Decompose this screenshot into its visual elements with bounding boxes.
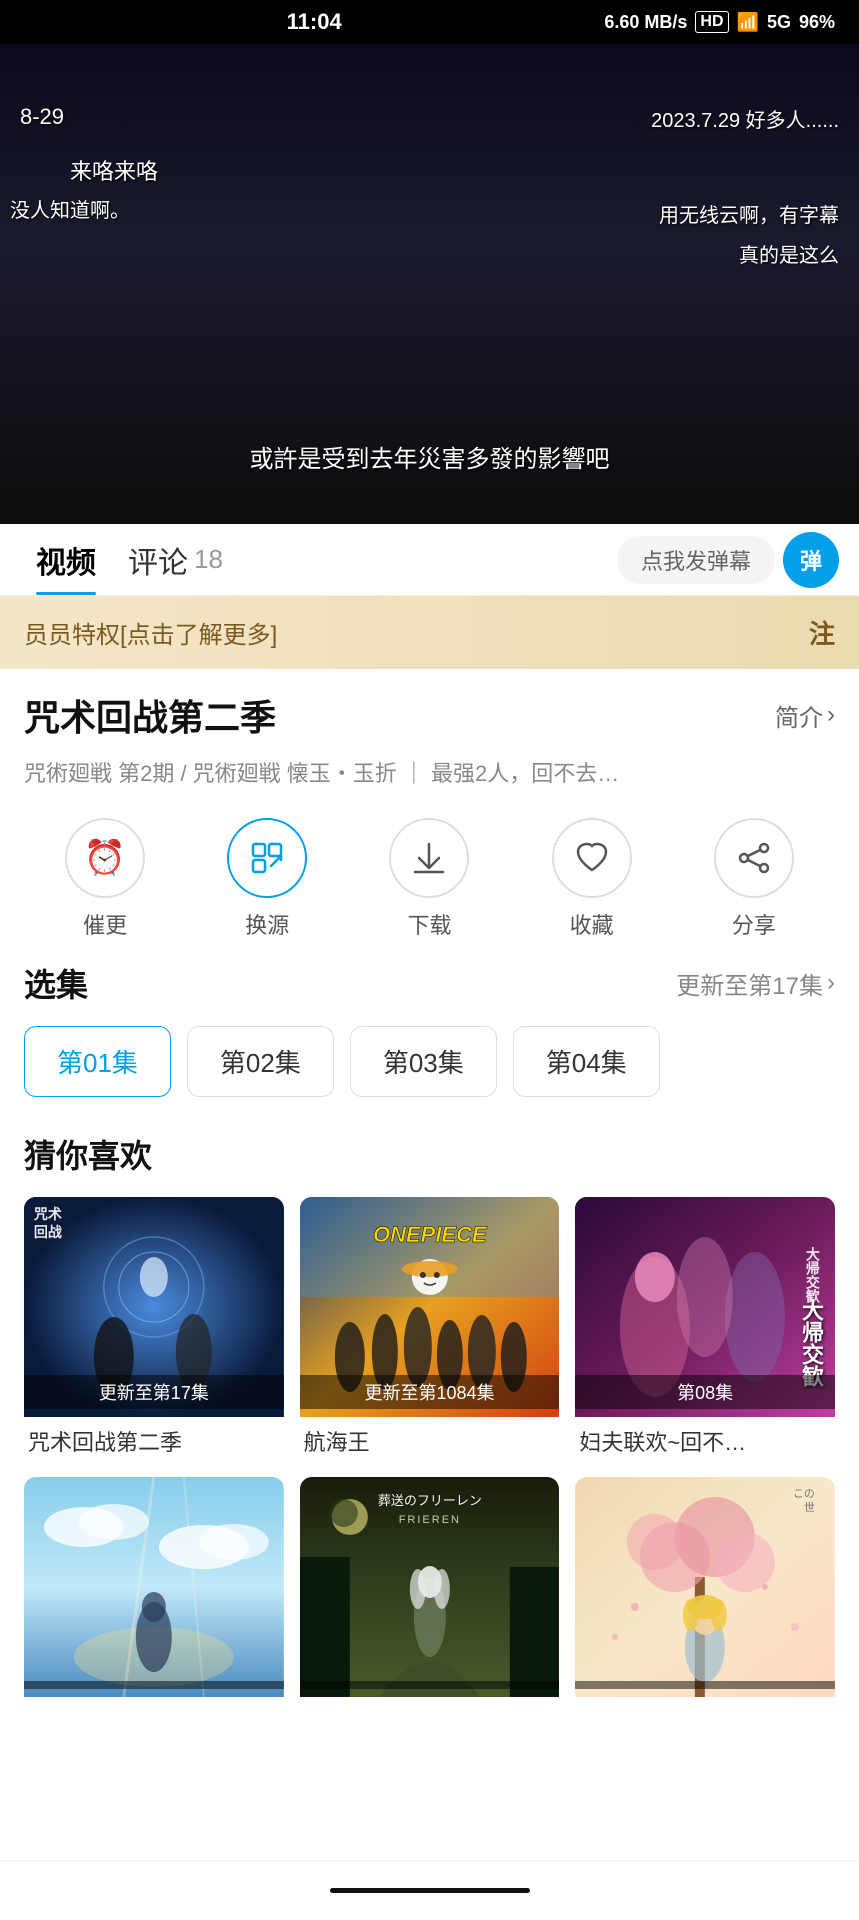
tab-comment[interactable]: 评论 18 — [112, 524, 239, 595]
video-player[interactable]: 8-29 2023.7.29 好多人...... 来咯来咯 没人知道啊。 用无线… — [0, 44, 859, 524]
svg-text:大帰交歓: 大帰交歓 — [805, 1246, 821, 1304]
member-banner[interactable]: 员员特权[点击了解更多] 注 — [0, 596, 859, 669]
svg-text:この: この — [793, 1488, 815, 1500]
anime-intro-link[interactable]: 简介 › — [775, 698, 835, 733]
intro-label: 简介 — [775, 698, 823, 733]
update-badge-2: 更新至第1084集 — [300, 1375, 560, 1409]
update-badge-3: 第08集 — [575, 1375, 835, 1409]
anime-card-1[interactable]: 咒术 回战 更新至第17集 咒术回战第二季 — [24, 1197, 284, 1461]
share-label: 分享 — [732, 908, 776, 940]
action-favorite[interactable]: 收藏 — [552, 818, 632, 940]
anime-thumb-1: 咒术 回战 更新至第17集 — [24, 1197, 284, 1417]
signal-5g-icon: 5G — [767, 12, 791, 33]
anime-thumb-4 — [24, 1477, 284, 1697]
danmu-toggle-button[interactable]: 弹 — [783, 532, 839, 588]
danmu-item: 2023.7.29 好多人...... — [651, 104, 839, 133]
battery-icon: 96% — [799, 12, 835, 33]
anime-thumb-3: 大帰交歓 大帰交歓 第08集 — [575, 1197, 835, 1417]
status-bar: 11:04 6.60 MB/s HD 📶 5G 96% — [0, 0, 859, 44]
danmu-item: 没人知道啊。 — [10, 194, 130, 223]
danmu-item: 真的是这么 — [739, 239, 839, 268]
anime-thumb-2: ONEPIECE 更新至第1084集 — [300, 1197, 560, 1417]
update-badge-5 — [300, 1681, 560, 1689]
bottom-nav — [0, 1860, 859, 1920]
content-section: 咒术回战第二季 简介 › 咒術廻戦 第2期 / 咒術廻戦 懐玉・玉折 ｜ 最强2… — [0, 669, 859, 1745]
svg-text:葬送のフリーレン: 葬送のフリーレン — [377, 1493, 481, 1508]
episode-section-title: 选集 — [24, 960, 88, 1006]
anime-card-title-1: 咒术回战第二季 — [24, 1417, 284, 1461]
danmu-item: 8-29 — [20, 104, 64, 130]
remind-icon: ⏰ — [65, 818, 145, 898]
anime-card-5[interactable]: 葬送のフリーレン FRIEREN — [300, 1477, 560, 1709]
share-icon — [714, 818, 794, 898]
anime-card-title-6 — [575, 1697, 835, 1709]
tab-comment-count: 18 — [194, 544, 223, 575]
source-label: 换源 — [245, 908, 289, 940]
episode-btn-2[interactable]: 第02集 — [187, 1026, 334, 1097]
episode-btn-4[interactable]: 第04集 — [513, 1026, 660, 1097]
episode-section-header: 选集 更新至第17集 › — [24, 960, 835, 1006]
anime-card-title-5 — [300, 1697, 560, 1709]
svg-text:咒术: 咒术 — [34, 1206, 62, 1222]
svg-text:ONEPIECE: ONEPIECE — [373, 1222, 488, 1247]
episode-list: 第01集 第02集 第03集 第04集 — [24, 1026, 835, 1101]
download-icon — [389, 818, 469, 898]
svg-text:世: 世 — [804, 1501, 815, 1514]
anime-title-row: 咒术回战第二季 简介 › — [24, 689, 835, 741]
tab-video-label: 视频 — [36, 538, 96, 582]
svg-text:回战: 回战 — [34, 1224, 62, 1240]
status-time: 11:04 — [24, 9, 604, 35]
danmu-item: 来咯来咯 — [70, 154, 158, 186]
danmu-controls: 点我发弹幕 弹 — [617, 532, 839, 588]
heart-icon — [552, 818, 632, 898]
download-label: 下载 — [407, 908, 451, 940]
action-download[interactable]: 下载 — [389, 818, 469, 940]
update-badge-4 — [24, 1681, 284, 1689]
update-badge-6 — [575, 1681, 835, 1689]
member-banner-text: 员员特权[点击了解更多] — [24, 615, 277, 650]
member-banner-action[interactable]: 注 — [809, 614, 835, 651]
danmu-send-button[interactable]: 点我发弹幕 — [617, 536, 775, 584]
recommend-title: 猜你喜欢 — [24, 1131, 835, 1177]
wifi-icon: 📶 — [737, 12, 759, 33]
anime-tags: 咒術廻戦 第2期 / 咒術廻戦 懐玉・玉折 ｜ 最强2人，回不去… — [24, 757, 835, 790]
anime-card-4[interactable] — [24, 1477, 284, 1709]
status-speed: 6.60 MB/s — [604, 12, 687, 33]
anime-thumb-6: この 世 — [575, 1477, 835, 1697]
chevron-right-icon: › — [827, 701, 835, 729]
action-icons-row: ⏰ 催更 换源 下载 — [24, 818, 835, 940]
tab-video[interactable]: 视频 — [20, 524, 112, 595]
anime-title: 咒术回战第二季 — [24, 689, 276, 741]
episode-more-label: 更新至第17集 — [676, 966, 823, 1001]
favorite-label: 收藏 — [570, 908, 614, 940]
source-icon — [227, 818, 307, 898]
home-indicator — [330, 1888, 530, 1893]
svg-text:FRIEREN: FRIEREN — [398, 1514, 460, 1526]
danmu-item: 用无线云啊，有字幕 — [659, 199, 839, 228]
action-share[interactable]: 分享 — [714, 818, 794, 940]
tab-bar: 视频 评论 18 点我发弹幕 弹 — [0, 524, 859, 596]
anime-grid-row1: 咒术 回战 更新至第17集 咒术回战第二季 — [24, 1197, 835, 1461]
anime-card-6[interactable]: この 世 — [575, 1477, 835, 1709]
status-hd: HD — [695, 11, 728, 33]
anime-grid-row2: 葬送のフリーレン FRIEREN — [24, 1477, 835, 1709]
anime-thumb-5: 葬送のフリーレン FRIEREN — [300, 1477, 560, 1697]
anime-card-3[interactable]: 大帰交歓 大帰交歓 第08集 妇夫联欢~回不… — [575, 1197, 835, 1461]
update-badge-1: 更新至第17集 — [24, 1375, 284, 1409]
video-subtitle: 或許是受到去年災害多發的影響吧 — [0, 439, 859, 474]
remind-label: 催更 — [83, 908, 127, 940]
action-source[interactable]: 换源 — [227, 818, 307, 940]
action-remind[interactable]: ⏰ 催更 — [65, 818, 145, 940]
anime-card-2[interactable]: ONEPIECE 更新至第1084集 航海王 — [300, 1197, 560, 1461]
episode-more-link[interactable]: 更新至第17集 › — [676, 966, 835, 1001]
episode-btn-3[interactable]: 第03集 — [350, 1026, 497, 1097]
tab-comment-label: 评论 — [128, 538, 188, 582]
episode-btn-1[interactable]: 第01集 — [24, 1026, 171, 1097]
chevron-right-icon: › — [827, 969, 835, 997]
anime-card-title-3: 妇夫联欢~回不… — [575, 1417, 835, 1461]
status-icons: 6.60 MB/s HD 📶 5G 96% — [604, 11, 835, 33]
card3-text-overlay: 大帰交歓 — [795, 1299, 827, 1387]
anime-card-title-2: 航海王 — [300, 1417, 560, 1461]
anime-card-title-4 — [24, 1697, 284, 1709]
